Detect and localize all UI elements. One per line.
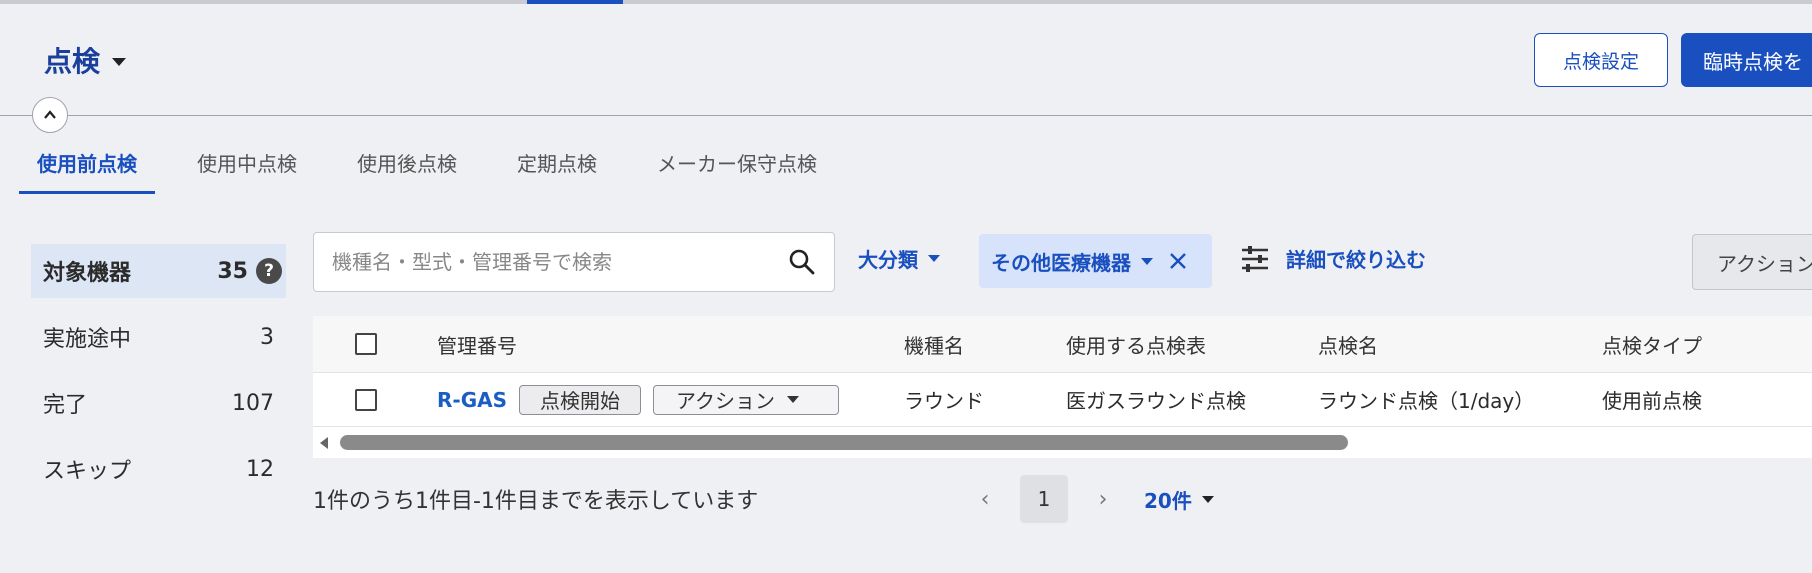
scroll-left-icon[interactable] (320, 437, 328, 449)
sidebar-item-count: 3 (260, 324, 274, 350)
category-filter-label: 大分類 (858, 248, 918, 272)
next-page-icon[interactable]: › (1088, 487, 1118, 512)
tab-in-use[interactable]: 使用中点検 (179, 140, 315, 194)
row-model-cell: ラウンド (904, 389, 984, 413)
sidebar-item-label: 完了 (43, 393, 88, 418)
page-number-button[interactable]: 1 (1020, 475, 1068, 523)
caret-down-icon (928, 255, 940, 262)
sidebar-item-target-devices[interactable]: 対象機器 35 ? (31, 244, 286, 298)
inspection-tabs: 使用前点検 使用中点検 使用後点検 定期点検 メーカー保守点検 (19, 140, 859, 194)
page-title: 点検 (44, 45, 101, 78)
header-checkbox-cell (313, 333, 437, 355)
results-summary: 1件のうち1件目-1件目までを表示しています (313, 489, 759, 514)
sidebar-item-label: 対象機器 (43, 261, 132, 286)
sidebar-item-count: 12 (246, 456, 274, 482)
header-divider (0, 115, 1812, 116)
row-checklist-cell: 医ガスラウンド点検 (1066, 389, 1246, 413)
prev-page-icon[interactable]: ‹ (970, 487, 1000, 512)
search-icon[interactable] (788, 248, 816, 276)
collapse-button[interactable] (32, 97, 68, 133)
inspection-settings-button[interactable]: 点検設定 (1534, 33, 1668, 87)
column-header-inspection-name[interactable]: 点検名 (1318, 330, 1602, 359)
row-id-cell: R-GAS 点検開始 アクション (437, 384, 904, 415)
caret-down-icon (112, 58, 127, 66)
start-inspection-button[interactable]: 点検開始 (519, 384, 641, 415)
category-filter[interactable]: 大分類 (858, 244, 940, 273)
search-box (313, 232, 835, 292)
sidebar-item-label: 実施途中 (43, 327, 132, 352)
select-all-checkbox[interactable] (355, 333, 377, 355)
detail-filter-button[interactable]: 詳細で絞り込む (1240, 244, 1426, 273)
tab-pre-use[interactable]: 使用前点検 (19, 140, 155, 194)
top-border (0, 0, 1812, 4)
horizontal-scrollbar[interactable] (313, 426, 1812, 458)
top-active-indicator (527, 0, 623, 4)
row-checkbox[interactable] (355, 388, 377, 411)
tab-maker-maintenance[interactable]: メーカー保守点検 (639, 140, 835, 194)
per-page-select[interactable]: 20件 (1144, 485, 1214, 514)
caret-down-icon (787, 396, 799, 403)
pagination: ‹ 1 › 20件 (970, 475, 1214, 523)
column-header-checklist[interactable]: 使用する点検表 (1066, 330, 1318, 359)
active-filter-chip[interactable]: その他医療機器 (979, 234, 1212, 288)
per-page-label: 20件 (1144, 488, 1192, 513)
sidebar-item-completed[interactable]: 完了 107 (31, 376, 286, 430)
caret-down-icon (1141, 257, 1153, 265)
tab-periodic[interactable]: 定期点検 (499, 140, 615, 194)
chevron-up-icon (44, 110, 56, 119)
row-action-button[interactable]: アクション (653, 384, 839, 415)
column-header-model[interactable]: 機種名 (904, 330, 1066, 359)
adhoc-inspection-button[interactable]: 臨時点検を (1681, 33, 1812, 87)
tab-post-use[interactable]: 使用後点検 (339, 140, 475, 194)
sidebar-item-skipped[interactable]: スキップ 12 (31, 442, 286, 496)
row-action-label: アクション (676, 389, 775, 413)
table-row: R-GAS 点検開始 アクション ラウンド 医ガスラウンド点検 ラウンド点検（1… (313, 372, 1812, 426)
chip-label: その他医療機器 (991, 250, 1131, 275)
row-inspection-type-cell: 使用前点検 (1602, 389, 1702, 413)
bulk-action-button[interactable]: アクション (1692, 234, 1812, 290)
row-inspection-name-cell: ラウンド点検（1/day） (1318, 389, 1535, 413)
caret-down-icon (1201, 495, 1214, 503)
device-id-link[interactable]: R-GAS (437, 388, 507, 412)
column-header-id[interactable]: 管理番号 (437, 330, 904, 359)
detail-filter-label: 詳細で絞り込む (1286, 248, 1426, 272)
sidebar-item-count: 107 (232, 390, 274, 416)
page-title-dropdown[interactable]: 点検 (44, 40, 127, 80)
scrollbar-thumb[interactable] (340, 435, 1348, 450)
sidebar-item-count: 35 (217, 258, 248, 284)
row-checkbox-cell (313, 388, 437, 411)
close-icon[interactable] (1169, 252, 1187, 270)
sidebar-item-in-progress[interactable]: 実施途中 3 (31, 310, 286, 364)
search-input[interactable] (332, 250, 788, 274)
status-sidebar: 対象機器 35 ? 実施途中 3 完了 107 スキップ 12 (31, 244, 286, 508)
tune-icon (1242, 245, 1268, 272)
help-icon[interactable]: ? (256, 258, 282, 284)
column-header-inspection-type[interactable]: 点検タイプ (1602, 330, 1802, 359)
device-table: 管理番号 機種名 使用する点検表 点検名 点検タイプ R-GAS 点検開始 アク… (313, 316, 1812, 458)
sidebar-item-label: スキップ (43, 459, 132, 484)
table-header: 管理番号 機種名 使用する点検表 点検名 点検タイプ (313, 316, 1812, 372)
